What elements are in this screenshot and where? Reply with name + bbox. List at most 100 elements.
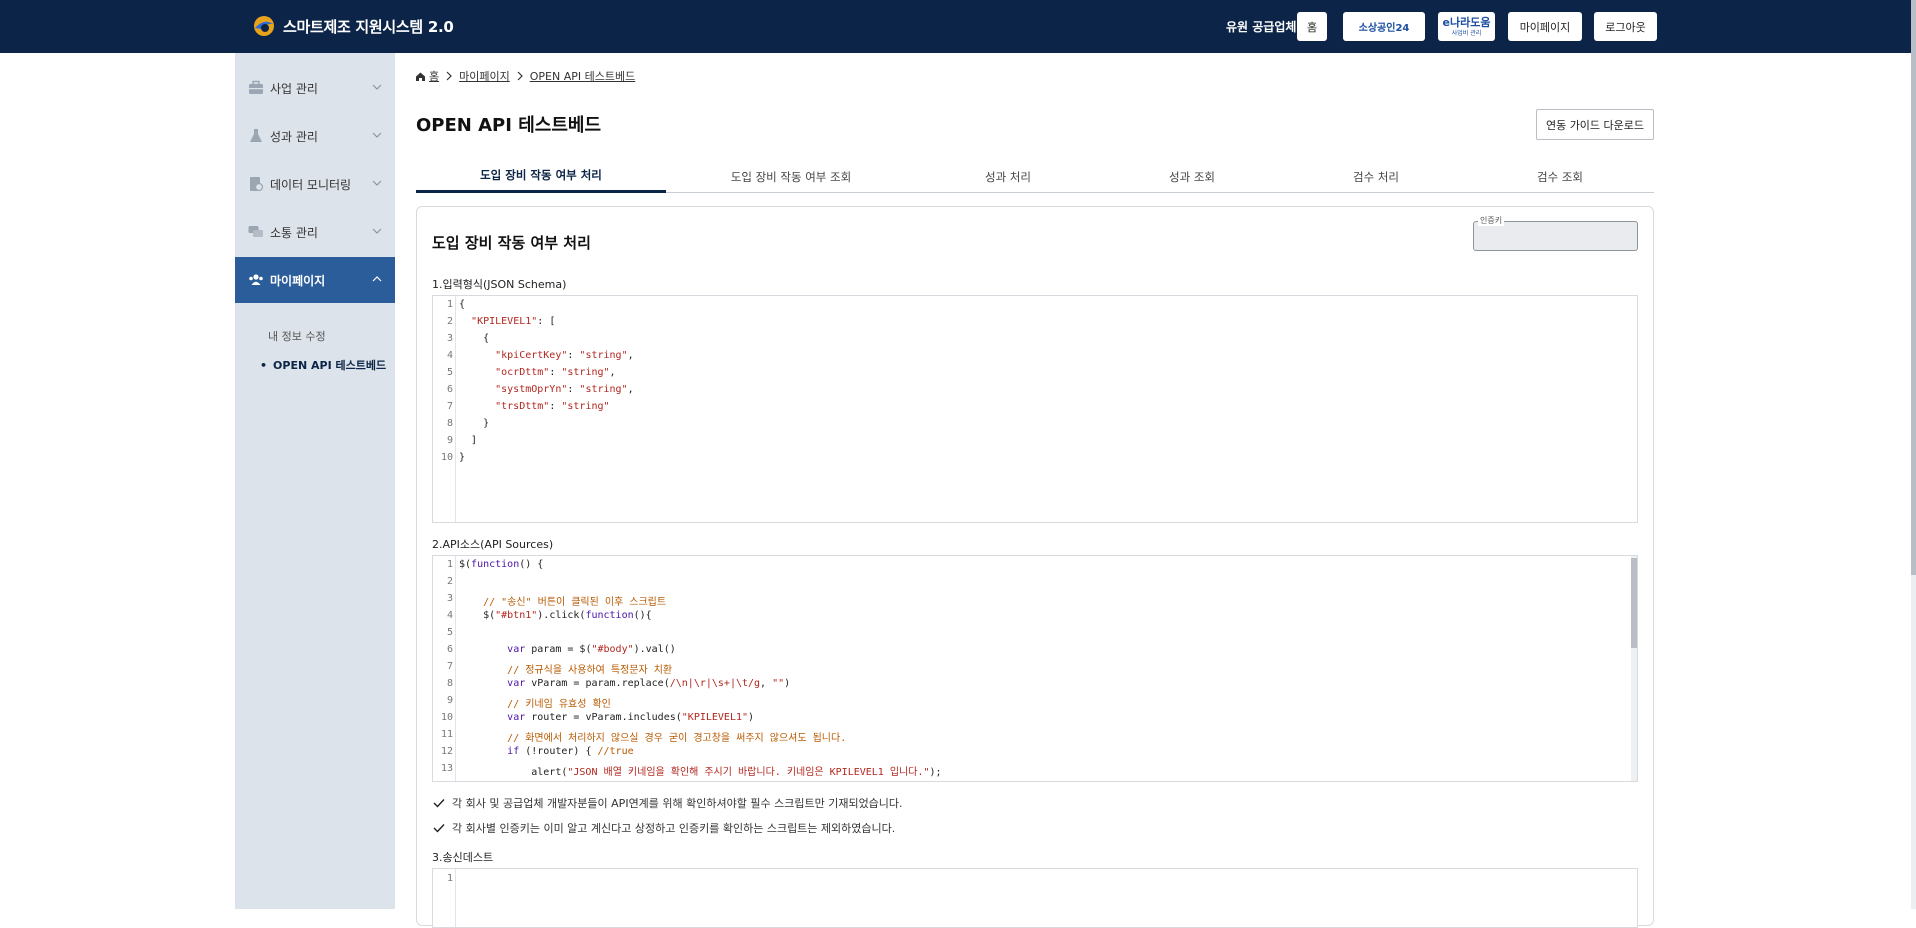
sidebar-item-performance[interactable]: 성과 관리 [235, 113, 395, 159]
sidebar-subitem-edit-profile[interactable]: 내 정보 수정 [235, 328, 395, 344]
line-number: 3 [446, 333, 453, 344]
panel-title: 도입 장비 작동 여부 처리 [432, 234, 591, 252]
line-number: 7 [446, 661, 453, 672]
tab-performance-process[interactable]: 성과 처리 [916, 160, 1100, 193]
home-button[interactable]: 홈 [1297, 12, 1327, 41]
breadcrumb: 홈 마이페이지 OPEN API 테스트베드 [415, 69, 635, 83]
page-title: OPEN API 테스트베드 [416, 115, 602, 136]
app-logo-icon [254, 16, 274, 36]
code-line: "systmOprYn": "string", [495, 384, 634, 395]
line-number: 7 [446, 401, 453, 412]
sidebar-item-label: 성과 관리 [270, 130, 318, 144]
line-number: 1 [446, 299, 453, 310]
mypage-button[interactable]: 마이페이지 [1508, 12, 1582, 41]
sidebar-subitem-open-api[interactable]: • OPEN API 테스트베드 [235, 357, 395, 373]
line-number: 2 [446, 576, 453, 587]
line-number: 9 [446, 695, 453, 706]
breadcrumb-mypage[interactable]: 마이페이지 [459, 68, 510, 84]
guide-download-button[interactable]: 연동 가이드 다운로드 [1536, 109, 1654, 140]
line-number: 13 [440, 763, 453, 774]
sidebar-item-label: 마이페이지 [270, 274, 326, 288]
chevron-up-icon [372, 276, 382, 282]
send-test-editor[interactable]: 1 [432, 868, 1638, 928]
chevron-down-icon [372, 180, 382, 186]
line-number: 8 [446, 678, 453, 689]
page-scrollbar[interactable] [1911, 0, 1916, 909]
code-line: // "송신" 버튼이 클릭된 이후 스크립트 [483, 597, 667, 608]
sidebar-item-label: 소통 관리 [270, 226, 318, 240]
top-navigation-bar: 스마트제조 지원시스템 2.0 유원 공급업체 홈 소상공인24 e나라도움 사… [0, 0, 1916, 53]
line-number: 9 [446, 435, 453, 446]
sidebar-item-label: 사업 관리 [270, 82, 318, 96]
breadcrumb-home[interactable]: 홈 [429, 68, 439, 84]
line-number: 6 [446, 644, 453, 655]
code-line: "KPILEVEL1": [ [471, 316, 556, 327]
logout-button[interactable]: 로그아웃 [1594, 12, 1657, 41]
code-line: // 화면에서 처리하지 않으실 경우 굳이 경고창을 써주지 않으셔도 됩니다… [507, 733, 847, 744]
sidebar-item-mypage[interactable]: 마이페이지 [235, 257, 395, 303]
code-line: "ocrDttm": "string", [495, 367, 616, 378]
code-line: // 정규식을 사용하여 특정문자 치환 [507, 665, 673, 676]
code-line: $("#btn1").click(function(){ [459, 610, 652, 621]
flask-icon [250, 129, 262, 142]
sidebar: 사업 관리 성과 관리 데이터 모니터링 소통 관리 마이페이지 내 정보 수정… [235, 53, 395, 909]
chevron-right-icon [517, 71, 523, 81]
code-line: var param = $("#body").val() [507, 644, 676, 655]
line-number: 10 [440, 712, 453, 723]
chevron-right-icon [446, 71, 452, 81]
code-line: } [459, 418, 490, 429]
breadcrumb-open-api[interactable]: OPEN API 테스트베드 [530, 68, 635, 84]
sidebar-item-business[interactable]: 사업 관리 [235, 65, 395, 111]
users-icon [249, 274, 263, 285]
sosang24-logo-text: 소상공인24 [1358, 23, 1410, 34]
editor-scrollbar[interactable] [1631, 556, 1637, 781]
bullet-icon: • [260, 359, 268, 372]
code-line: { [459, 299, 466, 310]
line-number: 5 [446, 627, 453, 638]
code-line: alert("JSON 배열 키네임을 확인해 주시기 바랍니다. 키네임은 K… [459, 767, 942, 778]
note-item: 각 회사 및 공급업체 개발자분들이 API연계를 위해 확인하셔야할 필수 스… [432, 795, 903, 811]
tab-inspection-process[interactable]: 검수 처리 [1284, 160, 1468, 193]
note-text: 각 회사 및 공급업체 개발자분들이 API연계를 위해 확인하셔야할 필수 스… [452, 797, 903, 810]
code-line: } [459, 452, 466, 463]
line-number: 2 [446, 316, 453, 327]
sidebar-subitem-label: OPEN API 테스트베드 [273, 359, 387, 372]
line-number: 1 [446, 873, 453, 884]
tab-inspection-query[interactable]: 검수 조회 [1468, 160, 1652, 193]
sidebar-item-data-monitoring[interactable]: 데이터 모니터링 [235, 161, 395, 207]
company-name: 유원 공급업체 [1226, 20, 1297, 34]
briefcase-icon [249, 80, 263, 94]
code-line: if (!router) { //true [507, 746, 634, 757]
home-icon [416, 72, 425, 81]
sidebar-item-communication[interactable]: 소통 관리 [235, 209, 395, 255]
line-number: 8 [446, 418, 453, 429]
section-send-test-label: 3.송신데스트 [432, 851, 494, 864]
sosang24-link[interactable]: 소상공인24 [1343, 12, 1425, 41]
app-title[interactable]: 스마트제조 지원시스템 2.0 [283, 16, 454, 37]
enaradoum-link[interactable]: e나라도움 사업비 관리 [1438, 12, 1495, 41]
sidebar-item-label: 데이터 모니터링 [270, 178, 352, 192]
tab-equipment-operation-query[interactable]: 도입 장비 작동 여부 조회 [666, 160, 916, 193]
tab-bar: 도입 장비 작동 여부 처리 도입 장비 작동 여부 조회 성과 처리 성과 조… [416, 160, 1654, 193]
line-number: 4 [446, 350, 453, 361]
line-number: 11 [440, 729, 453, 740]
section-api-sources-label: 2.API소스(API Sources) [432, 538, 554, 551]
chevron-down-icon [372, 132, 382, 138]
tab-equipment-operation-process[interactable]: 도입 장비 작동 여부 처리 [416, 160, 666, 193]
enaradoum-sub-text: 사업비 관리 [1451, 29, 1482, 37]
line-number: 3 [446, 593, 453, 604]
code-line: ] [459, 435, 478, 446]
json-schema-editor[interactable]: 1 {2 "KPILEVEL1": [3 {4 "kpiCertKey": "st… [432, 295, 1638, 523]
line-number: 4 [446, 610, 453, 621]
code-line: { [459, 333, 490, 344]
line-number: 5 [446, 367, 453, 378]
line-number: 10 [440, 452, 453, 463]
document-monitor-icon [250, 177, 264, 192]
line-number: 6 [446, 384, 453, 395]
code-line: "trsDttm": "string" [495, 401, 610, 412]
tab-performance-query[interactable]: 성과 조회 [1100, 160, 1284, 193]
line-number: 1 [446, 559, 453, 570]
code-line: // 키네임 유효성 확인 [507, 699, 611, 710]
chevron-down-icon [372, 84, 382, 90]
api-source-editor[interactable]: 1 $(function() {2 3 // "송신" 버튼이 클릭된 이후 스크립… [432, 555, 1638, 782]
